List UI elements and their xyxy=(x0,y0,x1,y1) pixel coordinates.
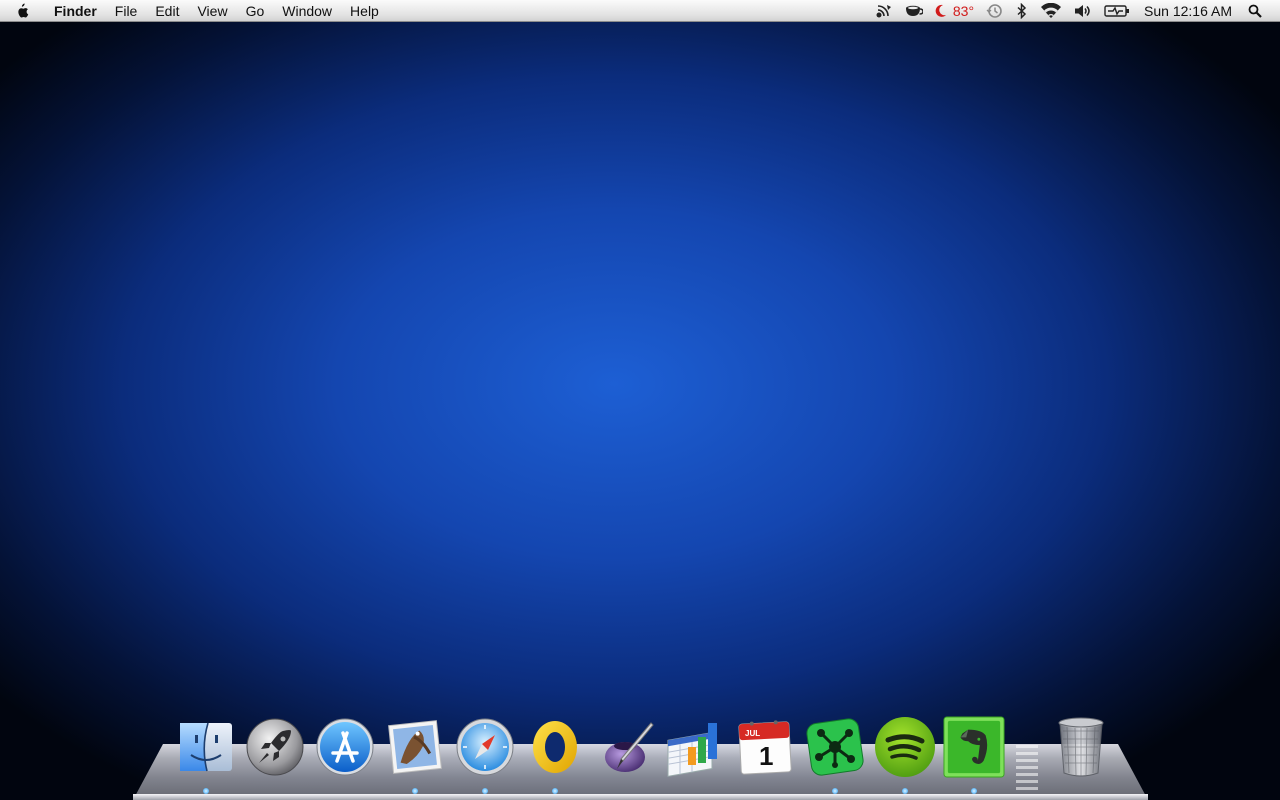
menu-go[interactable]: Go xyxy=(237,0,274,22)
mindmap-icon xyxy=(806,718,864,776)
status-bluetooth[interactable] xyxy=(1010,0,1034,22)
speaker-volume-icon xyxy=(1075,4,1090,17)
finder-icon xyxy=(180,722,232,772)
running-indicator xyxy=(203,788,209,794)
coffee-cup-icon xyxy=(905,5,923,16)
broadcast-icon xyxy=(876,4,891,17)
quill-icon xyxy=(605,722,654,772)
dock-item-trash[interactable] xyxy=(1050,716,1112,778)
spotlight-button[interactable] xyxy=(1242,0,1268,22)
calendar-month: JUL xyxy=(745,729,760,738)
menu-app-finder[interactable]: Finder xyxy=(44,0,106,22)
menu-help[interactable]: Help xyxy=(341,0,388,22)
outlook-icon xyxy=(533,721,577,773)
dock-item-quill[interactable] xyxy=(596,716,658,778)
evernote-icon xyxy=(943,716,1005,778)
running-indicator xyxy=(552,788,558,794)
launchpad-icon xyxy=(246,718,304,776)
weather-temperature: 83° xyxy=(952,2,975,19)
menubar-clock[interactable]: Sun 12:16 AM xyxy=(1136,3,1242,19)
spotify-icon xyxy=(875,717,935,777)
menu-file[interactable]: File xyxy=(106,0,147,22)
status-caffeine[interactable] xyxy=(899,0,929,22)
dock-item-launchpad[interactable] xyxy=(244,716,306,778)
menu-window[interactable]: Window xyxy=(273,0,341,22)
bluetooth-icon xyxy=(1017,2,1027,19)
mail-icon xyxy=(388,720,442,774)
running-indicator xyxy=(832,788,838,794)
dock-item-evernote[interactable] xyxy=(943,716,1005,794)
dock-item-outlook[interactable] xyxy=(524,716,586,794)
status-airplay[interactable] xyxy=(869,0,899,22)
dock-item-numbers[interactable] xyxy=(664,716,726,778)
apple-menu[interactable] xyxy=(0,0,44,21)
app-store-icon xyxy=(316,718,374,776)
status-weather[interactable]: 83° xyxy=(929,0,980,22)
status-battery[interactable] xyxy=(1098,0,1136,22)
dock-separator xyxy=(1014,745,1040,799)
crescent-moon-icon xyxy=(935,4,946,17)
numbers-icon xyxy=(667,723,717,777)
status-wifi[interactable] xyxy=(1034,0,1068,22)
wifi-icon xyxy=(1041,2,1062,18)
status-time-machine[interactable] xyxy=(980,0,1010,22)
dock-item-finder[interactable] xyxy=(175,716,237,794)
apple-logo-icon xyxy=(18,3,29,18)
search-icon xyxy=(1248,4,1262,18)
dock-item-mindmap[interactable] xyxy=(804,716,866,794)
calendar-icon: JUL 1 xyxy=(738,720,792,775)
dock-item-safari[interactable] xyxy=(454,716,516,794)
safari-icon xyxy=(456,718,514,776)
dock-item-mail[interactable] xyxy=(384,716,446,794)
status-volume[interactable] xyxy=(1068,0,1098,22)
battery-charging-icon xyxy=(1104,4,1130,17)
dock-item-calendar[interactable]: JUL 1 xyxy=(734,716,796,778)
menu-edit[interactable]: Edit xyxy=(146,0,188,22)
running-indicator xyxy=(412,788,418,794)
menu-view[interactable]: View xyxy=(188,0,236,22)
time-machine-icon xyxy=(986,3,1002,18)
dock: JUL 1 xyxy=(0,710,1280,800)
dock-item-spotify[interactable] xyxy=(874,716,936,794)
trash-icon xyxy=(1058,717,1104,777)
menu-bar: Finder File Edit View Go Window Help 83°… xyxy=(0,0,1280,22)
dock-item-app-store[interactable] xyxy=(314,716,376,778)
running-indicator xyxy=(902,788,908,794)
running-indicator xyxy=(482,788,488,794)
calendar-day: 1 xyxy=(759,741,773,771)
running-indicator xyxy=(971,788,977,794)
